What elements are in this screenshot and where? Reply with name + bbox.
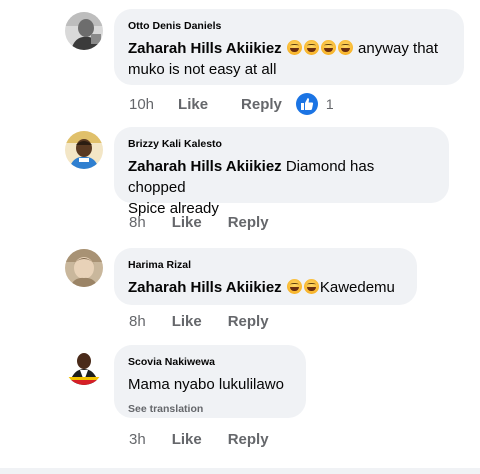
comment-actions: 3h Like Reply	[129, 428, 269, 450]
reaction-count: 1	[325, 96, 334, 112]
rolling-on-floor-laughing-emoji-icon	[303, 279, 319, 294]
avatar[interactable]	[65, 12, 103, 50]
comment-text-line1: anyway that	[358, 40, 439, 57]
see-translation-link[interactable]: See translation	[128, 403, 292, 415]
comment-text: Zaharah Hills Akiikiez Diamond has chopp…	[128, 156, 435, 219]
comment-author[interactable]: Harima Rizal	[128, 258, 403, 272]
bottom-divider	[0, 468, 480, 474]
comment-text: Mama nyabo lukulilawo	[128, 376, 284, 393]
comment-bubble: Brizzy Kali Kalesto Zaharah Hills Akiiki…	[114, 127, 449, 217]
reply-button[interactable]: Reply	[228, 431, 269, 448]
thumbs-up-icon	[295, 93, 318, 115]
timestamp[interactable]: 3h	[129, 431, 146, 448]
comment-author[interactable]: Otto Denis Daniels	[128, 19, 450, 33]
reply-button[interactable]: Reply	[228, 214, 269, 231]
comment-text-line2: muko is not easy at all	[128, 61, 277, 78]
like-button[interactable]: Like	[172, 313, 202, 330]
like-button[interactable]: Like	[172, 214, 202, 231]
like-button[interactable]: Like	[178, 96, 208, 113]
avatar[interactable]	[65, 131, 103, 169]
comment-bubble: Harima Rizal Zaharah Hills Akiikiez Kawe…	[114, 248, 417, 305]
comment-actions: 8h Like Reply	[129, 211, 269, 233]
comment-text-line1: Kawedemu	[319, 279, 395, 296]
comment-bubble: Otto Denis Daniels Zaharah Hills Akiikie…	[114, 9, 464, 85]
timestamp[interactable]: 8h	[129, 313, 146, 330]
comment-author[interactable]: Scovia Nakiwewa	[128, 355, 292, 369]
reaction-summary[interactable]: 1	[295, 93, 334, 115]
avatar[interactable]	[65, 347, 103, 385]
mention-link[interactable]: Zaharah Hills Akiikiez	[128, 279, 282, 296]
avatar[interactable]	[65, 249, 103, 287]
grinning-squinting-emoji-icon	[337, 40, 353, 55]
comment-text: Zaharah Hills Akiikiez anyway that muko …	[128, 38, 450, 80]
comment-actions: 8h Like Reply	[129, 310, 269, 332]
mention-link[interactable]: Zaharah Hills Akiikiez	[128, 40, 282, 57]
rolling-on-floor-laughing-emoji-icon	[286, 279, 302, 294]
timestamp[interactable]: 8h	[129, 214, 146, 231]
like-button[interactable]: Like	[172, 431, 202, 448]
timestamp[interactable]: 10h	[129, 96, 154, 113]
comment-actions: 10h Like Reply 1	[129, 93, 334, 115]
reply-button[interactable]: Reply	[241, 96, 282, 113]
comment-text: Zaharah Hills Akiikiez Kawedemu	[128, 277, 403, 298]
rolling-on-floor-laughing-emoji-icon	[286, 40, 302, 55]
mention-link[interactable]: Zaharah Hills Akiikiez	[128, 158, 282, 175]
rolling-on-floor-laughing-emoji-icon	[320, 40, 336, 55]
grinning-squinting-emoji-icon	[303, 40, 319, 55]
comment-bubble: Scovia Nakiwewa Mama nyabo lukulilawo Se…	[114, 345, 306, 418]
reply-button[interactable]: Reply	[228, 313, 269, 330]
comment-author[interactable]: Brizzy Kali Kalesto	[128, 137, 435, 151]
